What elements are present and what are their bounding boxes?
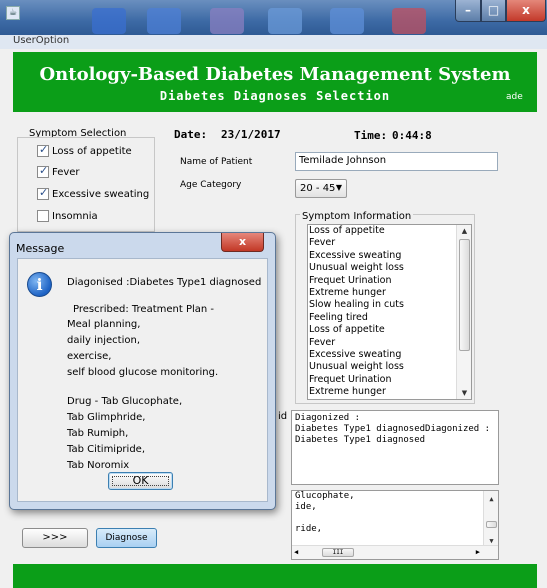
patient-name-field[interactable]: Temilade Johnson xyxy=(295,152,498,171)
symptom-checkbox[interactable]: Loss of appetite xyxy=(37,143,132,161)
dialog-plan-line: exercise, xyxy=(67,351,112,362)
scroll-up-icon[interactable]: ▲ xyxy=(484,493,498,505)
dialog-drug-line: Tab Rumiph, xyxy=(67,428,129,439)
list-item[interactable]: Feeling tired xyxy=(308,312,471,324)
info-icon: i xyxy=(27,272,52,297)
dialog-close-button[interactable]: x xyxy=(221,233,264,252)
list-item[interactable]: Extreme hunger xyxy=(308,386,471,398)
symptom-info-list[interactable]: Loss of appetite Fever Excessive sweatin… xyxy=(307,224,472,400)
scroll-left-icon[interactable]: ◀ xyxy=(294,547,298,558)
dialog-drug-line: Drug - Tab Glucophate, xyxy=(67,396,183,407)
taskbar-blob xyxy=(268,8,302,34)
taskbar-blob xyxy=(147,8,181,34)
symptom-checkbox[interactable]: Insomnia xyxy=(37,210,98,226)
age-category-label: Age Category xyxy=(180,180,242,190)
diagnose-button[interactable]: Diagnose xyxy=(96,528,157,548)
list-item[interactable]: Frequet Urination xyxy=(308,275,471,287)
symptom-label: Excessive sweating xyxy=(52,189,150,200)
symptom-label: Insomnia xyxy=(52,211,98,222)
date-label: Date: xyxy=(174,128,208,141)
scrollbar-thumb[interactable]: III xyxy=(322,548,354,557)
app-title: Ontology-Based Diabetes Management Syste… xyxy=(39,64,511,85)
taskbar-blob xyxy=(92,8,126,34)
scrollbar-thumb[interactable] xyxy=(486,521,497,528)
drug-output-text: Glucophate, ide, ride, xyxy=(295,491,355,534)
next-button[interactable]: >>> xyxy=(22,528,88,548)
taskbar-blob xyxy=(330,8,364,34)
list-item[interactable]: Loss of appetite xyxy=(308,225,471,237)
message-dialog: Message x i Diagonised :Diabetes Type1 d… xyxy=(9,232,276,510)
symptom-label: Fever xyxy=(52,167,80,178)
symptom-info-title: Symptom Information xyxy=(300,211,414,222)
dialog-plan-line: daily injection, xyxy=(67,335,141,346)
age-selected-value: 20 - 45 xyxy=(300,183,336,194)
user-label: ade xyxy=(506,92,523,102)
internal-frame-title: UserOption xyxy=(0,35,547,49)
chevron-down-icon: ▼ xyxy=(335,183,342,192)
age-category-select[interactable]: 20 - 45 ▼ xyxy=(295,179,347,198)
dialog-drug-line: Tab Citimipride, xyxy=(67,444,146,455)
checkbox-unchecked-icon[interactable] xyxy=(37,210,49,222)
list-item[interactable]: Fever xyxy=(308,337,471,349)
checkbox-checked-icon[interactable] xyxy=(37,186,49,200)
close-icon[interactable]: x xyxy=(506,0,546,22)
list-item[interactable]: Unusual weight loss xyxy=(308,361,471,373)
dialog-plan-line: self blood glucose monitoring. xyxy=(67,367,219,378)
dialog-plan-line: Meal planning, xyxy=(67,319,141,330)
list-item[interactable]: Excessive sweating xyxy=(308,250,471,262)
checkbox-checked-icon[interactable] xyxy=(37,143,49,157)
scroll-down-icon[interactable]: ▼ xyxy=(457,387,471,399)
ok-button[interactable]: OK xyxy=(108,472,173,490)
app-icon: ☕ xyxy=(6,6,20,20)
dialog-diagnosis: Diagonised :Diabetes Type1 diagnosed xyxy=(67,277,262,288)
list-item[interactable]: Loss of appetite xyxy=(308,324,471,336)
app-subtitle: Diabetes Diagnoses Selection xyxy=(159,89,391,103)
checkbox-checked-icon[interactable] xyxy=(37,164,49,178)
drug-vertical-scrollbar[interactable]: ▲ ▼ xyxy=(483,491,498,547)
time-label: Time: xyxy=(354,129,388,142)
list-item[interactable]: Fever xyxy=(308,237,471,249)
taskbar-blob xyxy=(392,8,426,34)
list-vertical-scrollbar[interactable]: ▲ ▼ xyxy=(456,225,471,399)
drug-output[interactable]: Glucophate, ide, ride, ▲ ▼ ◀ III ▶ xyxy=(291,490,499,560)
diagnosis-output[interactable]: Diagonized : Diabetes Type1 diagnosedDia… xyxy=(291,410,499,485)
window-title-bar[interactable]: ☕ – □ x xyxy=(0,0,547,35)
minimize-icon[interactable]: – xyxy=(455,0,481,22)
dialog-prescribed: Prescribed: Treatment Plan - xyxy=(73,304,215,315)
internal-frame-title-text: UserOption xyxy=(13,35,70,46)
dialog-drug-line: Tab Noromix xyxy=(67,460,130,471)
list-item[interactable]: Frequet Urination xyxy=(308,374,471,386)
dialog-drug-line: Tab Glimphride, xyxy=(67,412,146,423)
app-footer xyxy=(13,564,537,588)
list-item[interactable]: Unusual weight loss xyxy=(308,262,471,274)
dialog-title: Message xyxy=(16,242,65,255)
label-fragment: id xyxy=(278,411,288,422)
symptom-checkbox[interactable]: Fever xyxy=(37,164,80,182)
maximize-icon[interactable]: □ xyxy=(481,0,506,22)
patient-name-label: Name of Patient xyxy=(180,157,253,167)
scrollbar-thumb[interactable] xyxy=(459,239,470,351)
symptom-label: Loss of appetite xyxy=(52,146,132,157)
scroll-up-icon[interactable]: ▲ xyxy=(457,225,471,237)
drug-horizontal-scrollbar[interactable]: ◀ III ▶ xyxy=(292,545,498,559)
app-header: Ontology-Based Diabetes Management Syste… xyxy=(13,52,537,112)
list-item[interactable]: Excessive sweating xyxy=(308,349,471,361)
symptom-checkbox[interactable]: Excessive sweating xyxy=(37,186,150,204)
dialog-body: i Diagonised :Diabetes Type1 diagnosed P… xyxy=(17,258,268,502)
taskbar-blob xyxy=(210,8,244,34)
date-value: 23/1/2017 xyxy=(221,128,281,141)
time-value: 0:44:8 xyxy=(392,129,432,142)
list-item[interactable]: Slow healing in cuts xyxy=(308,299,471,311)
close-icon: x xyxy=(238,235,247,248)
scroll-right-icon[interactable]: ▶ xyxy=(476,547,480,558)
list-item[interactable]: Extreme hunger xyxy=(308,287,471,299)
